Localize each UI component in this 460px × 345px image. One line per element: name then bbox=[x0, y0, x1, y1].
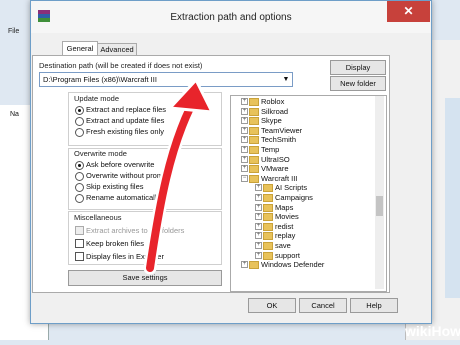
watermark-wiki: wiki bbox=[405, 323, 432, 339]
red-annotation-arrow bbox=[143, 78, 214, 275]
wikihow-watermark: wikiHow bbox=[405, 323, 460, 339]
watermark-how: How bbox=[431, 323, 460, 339]
